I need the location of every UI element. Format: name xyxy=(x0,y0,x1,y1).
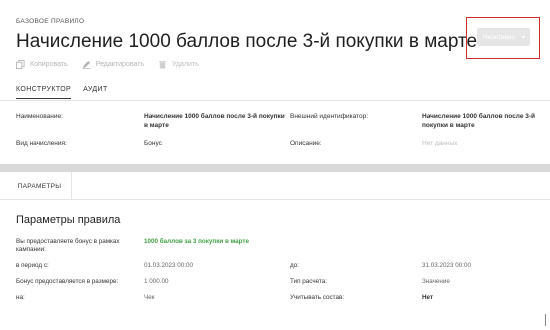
status-dropdown[interactable]: Неактивно ▾ xyxy=(477,28,530,46)
bonus-size-value: 1 000.00 xyxy=(144,278,169,285)
section-separator xyxy=(0,164,550,172)
name-value: Начисление 1000 баллов после 3-й покупки… xyxy=(144,113,285,129)
description-label: Описание: xyxy=(290,140,322,147)
tab-constructor[interactable]: КОНСТРУКТОР xyxy=(16,86,72,99)
tab-audit[interactable]: АУДИТ xyxy=(83,86,108,99)
on-value: Чек xyxy=(144,294,155,301)
edit-button[interactable]: Редактировать xyxy=(82,60,144,69)
delete-button[interactable]: Удалить xyxy=(158,60,199,69)
status-highlight: Неактивно ▾ xyxy=(466,17,540,59)
chevron-down-icon: ▾ xyxy=(521,35,525,41)
external-id-label: Внешний идентификатор: xyxy=(290,113,369,120)
param-row: Вы предоставляете бонус в рамках кампани… xyxy=(16,238,550,254)
edit-label: Редактировать xyxy=(95,61,145,68)
main-tabs: КОНСТРУКТОР АУДИТ xyxy=(16,86,108,99)
rule-params: Вы предоставляете бонус в рамках кампани… xyxy=(16,238,550,310)
campaign-label: Вы предоставляете бонус в рамках кампани… xyxy=(16,238,120,253)
trash-icon xyxy=(158,60,167,69)
param-row: Бонус предоставляется в размере: 1 000.0… xyxy=(16,278,550,286)
tabs-divider xyxy=(0,100,550,101)
description-value: Нет данных xyxy=(422,140,458,147)
period-from-value: 01.03.2023 00:00 xyxy=(144,262,194,269)
param-row: на: Чек Учитывать состав: Нет xyxy=(16,294,550,302)
period-from-label: в период с: xyxy=(16,262,49,269)
params-tabs: ПАРАМЕТРЫ xyxy=(0,172,550,200)
bonus-size-label: Бонус предоставляется в размере: xyxy=(16,278,119,285)
period-to-label: до: xyxy=(290,262,299,269)
name-label: Наименование: xyxy=(16,113,63,120)
accrual-type-value: Бонус xyxy=(144,140,162,147)
on-label: на: xyxy=(16,294,25,301)
calc-type-value: Значение xyxy=(422,278,450,285)
tab-parameters[interactable]: ПАРАМЕТРЫ xyxy=(8,172,72,200)
rule-type-label: БАЗОВОЕ ПРАВИЛО xyxy=(16,18,85,25)
calc-type-label: Тип расчета: xyxy=(290,278,327,285)
page-header: БАЗОВОЕ ПРАВИЛО Начисление 1000 баллов п… xyxy=(16,18,478,53)
delete-label: Удалить xyxy=(172,61,199,68)
info-row: Вид начисления: Бонус Описание: Нет данн… xyxy=(16,139,550,148)
param-row: в период с: 01.03.2023 00:00 до: 31.03.2… xyxy=(16,262,550,270)
rule-info: Наименование: Начисление 1000 баллов пос… xyxy=(16,112,550,157)
consider-value: Нет xyxy=(422,294,434,301)
section-title: Параметры правила xyxy=(16,214,121,226)
external-id-value: Начисление 1000 баллов после 3-й покупки… xyxy=(422,113,536,129)
campaign-link[interactable]: 1000 баллов за 3 покупки в марте xyxy=(144,238,290,254)
status-label: Неактивно xyxy=(483,33,516,41)
action-toolbar: Копировать Редактировать Удалить xyxy=(16,60,199,69)
page-title: Начисление 1000 баллов после 3-й покупки… xyxy=(16,31,478,52)
accrual-type-label: Вид начисления: xyxy=(16,140,67,147)
copy-icon xyxy=(16,60,25,69)
consider-label: Учитывать состав: xyxy=(290,294,345,301)
period-to-value: 31.03.2023 00:00 xyxy=(422,262,472,269)
copy-button[interactable]: Копировать xyxy=(16,60,68,69)
copy-label: Копировать xyxy=(30,61,68,68)
info-row: Наименование: Начисление 1000 баллов пос… xyxy=(16,112,550,130)
scrollbar[interactable] xyxy=(545,314,546,326)
pencil-icon xyxy=(82,60,91,69)
